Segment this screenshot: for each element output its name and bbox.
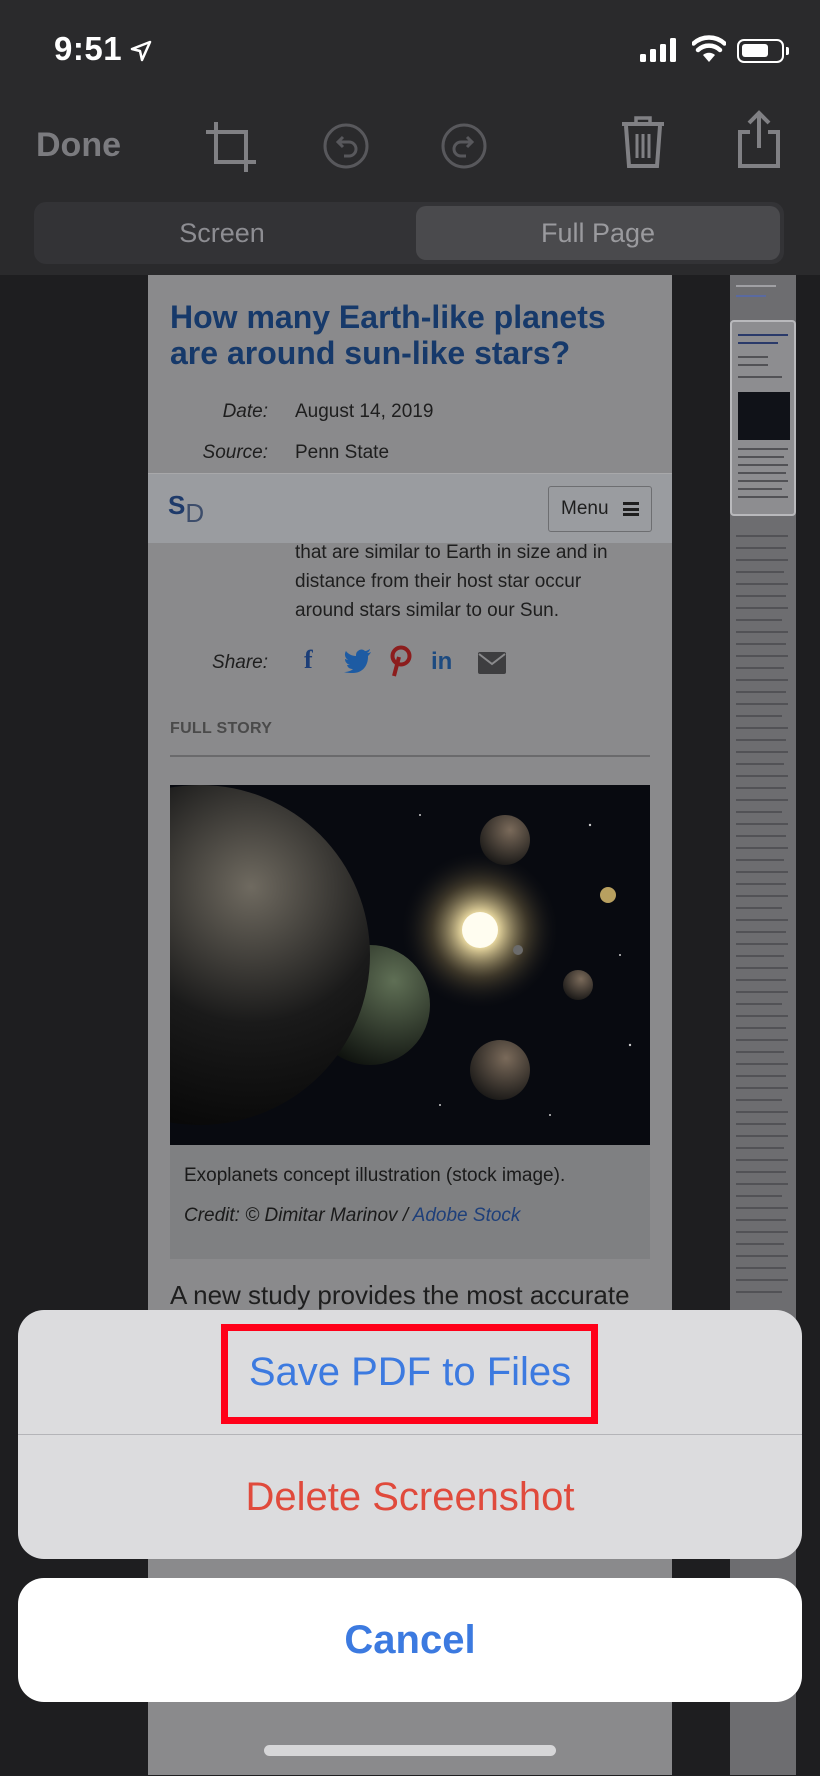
menu-label: Menu [561, 498, 609, 519]
capture-mode-segmented-control: Screen Full Page [34, 202, 784, 264]
divider [170, 755, 650, 757]
status-bar: 9:51 [0, 0, 820, 100]
undo-icon[interactable] [322, 122, 370, 170]
tab-full-page[interactable]: Full Page [416, 206, 780, 260]
trash-icon[interactable] [620, 114, 666, 170]
article-summary: that are similar to Earth in size and in… [295, 542, 608, 621]
status-time: 9:51 [54, 30, 123, 67]
date-value: August 14, 2019 [295, 401, 434, 422]
thumbnail-viewport[interactable] [730, 320, 796, 516]
cellular-signal-icon [640, 38, 676, 62]
wifi-icon [692, 35, 726, 62]
credit-link[interactable]: Adobe Stock [413, 1205, 521, 1226]
twitter-icon[interactable] [344, 649, 372, 673]
done-button[interactable]: Done [36, 126, 121, 165]
redo-icon[interactable] [440, 122, 488, 170]
menu-button[interactable]: Menu [548, 486, 652, 532]
facebook-icon[interactable]: f [304, 645, 313, 675]
image-caption-box: Exoplanets concept illustration (stock i… [170, 1145, 650, 1259]
share-icon[interactable] [736, 110, 782, 170]
image-caption: Exoplanets concept illustration (stock i… [184, 1165, 566, 1186]
battery-icon [737, 39, 789, 63]
home-indicator[interactable] [264, 1745, 556, 1756]
crop-icon[interactable] [204, 120, 258, 174]
cancel-button[interactable]: Cancel [18, 1578, 802, 1702]
site-logo[interactable]: SD [168, 490, 204, 528]
credit-prefix: Credit: © Dimitar Marinov / [184, 1205, 413, 1226]
source-value: Penn State [295, 442, 390, 463]
location-arrow-icon [130, 40, 152, 62]
site-logo-s: S [168, 490, 186, 520]
article-title: How many Earth-like planets are around s… [170, 299, 606, 371]
site-logo-d: D [185, 498, 205, 528]
image-credit: Credit: © Dimitar Marinov / Adobe Stock [184, 1205, 520, 1227]
screenshot-toolbar: Done Screen Full Page [0, 100, 820, 275]
action-sheet: Save PDF to Files Delete Screenshot [18, 1310, 802, 1559]
delete-screenshot-button[interactable]: Delete Screenshot [18, 1435, 802, 1559]
pinterest-icon[interactable] [388, 645, 412, 677]
site-header-bar: SD Menu [148, 473, 672, 543]
tab-screen[interactable]: Screen [38, 206, 406, 260]
date-label: Date: [222, 401, 268, 422]
linkedin-icon[interactable]: in [431, 648, 452, 676]
exoplanets-image [170, 785, 650, 1145]
hamburger-icon [623, 502, 639, 516]
highlight-box [221, 1324, 598, 1424]
share-label: Share: [212, 652, 268, 673]
full-story-heading: FULL STORY [170, 720, 273, 737]
source-label: Source: [202, 442, 268, 463]
email-icon[interactable] [478, 652, 506, 674]
